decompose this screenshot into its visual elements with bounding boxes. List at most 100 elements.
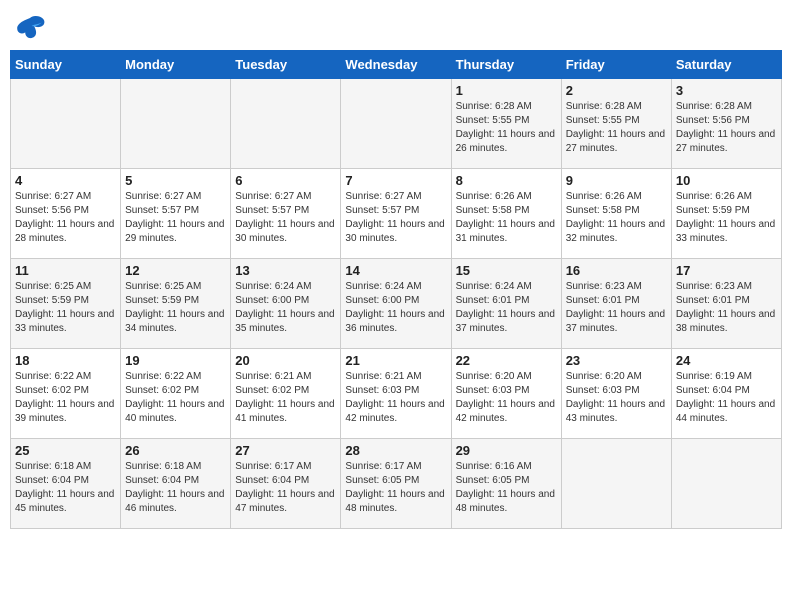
day-info: Sunrise: 6:26 AM Sunset: 5:58 PM Dayligh… xyxy=(566,190,667,246)
calendar-cell xyxy=(561,439,671,529)
day-number: 2 xyxy=(566,83,667,98)
day-info: Sunrise: 6:20 AM Sunset: 6:03 PM Dayligh… xyxy=(456,370,557,426)
weekday-header: Friday xyxy=(561,51,671,79)
calendar-cell: 5 Sunrise: 6:27 AM Sunset: 5:57 PM Daylig… xyxy=(121,169,231,259)
calendar-cell: 8 Sunrise: 6:26 AM Sunset: 5:58 PM Daylig… xyxy=(451,169,561,259)
calendar-cell: 16 Sunrise: 6:23 AM Sunset: 6:01 PM Dayli… xyxy=(561,259,671,349)
calendar-cell: 14 Sunrise: 6:24 AM Sunset: 6:00 PM Dayli… xyxy=(341,259,451,349)
weekday-header: Sunday xyxy=(11,51,121,79)
day-number: 10 xyxy=(676,173,777,188)
day-info: Sunrise: 6:24 AM Sunset: 6:00 PM Dayligh… xyxy=(235,280,336,336)
day-info: Sunrise: 6:28 AM Sunset: 5:55 PM Dayligh… xyxy=(566,100,667,156)
calendar-cell: 2 Sunrise: 6:28 AM Sunset: 5:55 PM Daylig… xyxy=(561,79,671,169)
day-info: Sunrise: 6:17 AM Sunset: 6:05 PM Dayligh… xyxy=(345,460,446,516)
day-number: 17 xyxy=(676,263,777,278)
day-info: Sunrise: 6:27 AM Sunset: 5:57 PM Dayligh… xyxy=(235,190,336,246)
calendar-week-row: 18 Sunrise: 6:22 AM Sunset: 6:02 PM Dayli… xyxy=(11,349,782,439)
day-number: 18 xyxy=(15,353,116,368)
day-number: 20 xyxy=(235,353,336,368)
weekday-header: Tuesday xyxy=(231,51,341,79)
calendar-cell xyxy=(11,79,121,169)
calendar-week-row: 4Sunrise: 6:27 AM Sunset: 5:56 PM Daylig… xyxy=(11,169,782,259)
calendar-cell xyxy=(341,79,451,169)
day-info: Sunrise: 6:22 AM Sunset: 6:02 PM Dayligh… xyxy=(15,370,116,426)
calendar-cell: 28Sunrise: 6:17 AM Sunset: 6:05 PM Dayli… xyxy=(341,439,451,529)
day-number: 16 xyxy=(566,263,667,278)
calendar-cell: 21 Sunrise: 6:21 AM Sunset: 6:03 PM Dayli… xyxy=(341,349,451,439)
calendar-cell: 11 Sunrise: 6:25 AM Sunset: 5:59 PM Dayli… xyxy=(11,259,121,349)
day-number: 29 xyxy=(456,443,557,458)
calendar-cell: 24Sunrise: 6:19 AM Sunset: 6:04 PM Dayli… xyxy=(671,349,781,439)
calendar-table: SundayMondayTuesdayWednesdayThursdayFrid… xyxy=(10,50,782,529)
weekday-header-row: SundayMondayTuesdayWednesdayThursdayFrid… xyxy=(11,51,782,79)
day-info: Sunrise: 6:20 AM Sunset: 6:03 PM Dayligh… xyxy=(566,370,667,426)
day-number: 23 xyxy=(566,353,667,368)
logo xyxy=(14,14,50,42)
calendar-cell: 10 Sunrise: 6:26 AM Sunset: 5:59 PM Dayli… xyxy=(671,169,781,259)
day-info: Sunrise: 6:24 AM Sunset: 6:00 PM Dayligh… xyxy=(345,280,446,336)
day-number: 1 xyxy=(456,83,557,98)
calendar-cell: 25 Sunrise: 6:18 AM Sunset: 6:04 PM Dayli… xyxy=(11,439,121,529)
logo-icon xyxy=(14,14,46,42)
day-number: 24 xyxy=(676,353,777,368)
day-number: 22 xyxy=(456,353,557,368)
day-number: 8 xyxy=(456,173,557,188)
calendar-cell: 3 Sunrise: 6:28 AM Sunset: 5:56 PM Daylig… xyxy=(671,79,781,169)
day-info: Sunrise: 6:28 AM Sunset: 5:55 PM Dayligh… xyxy=(456,100,557,156)
day-info: Sunrise: 6:25 AM Sunset: 5:59 PM Dayligh… xyxy=(125,280,226,336)
day-info: Sunrise: 6:21 AM Sunset: 6:02 PM Dayligh… xyxy=(235,370,336,426)
calendar-cell xyxy=(671,439,781,529)
calendar-cell xyxy=(231,79,341,169)
calendar-cell: 7 Sunrise: 6:27 AM Sunset: 5:57 PM Daylig… xyxy=(341,169,451,259)
day-info: Sunrise: 6:23 AM Sunset: 6:01 PM Dayligh… xyxy=(566,280,667,336)
weekday-header: Wednesday xyxy=(341,51,451,79)
calendar-cell: 20 Sunrise: 6:21 AM Sunset: 6:02 PM Dayli… xyxy=(231,349,341,439)
calendar-cell: 19 Sunrise: 6:22 AM Sunset: 6:02 PM Dayli… xyxy=(121,349,231,439)
calendar-cell: 26 Sunrise: 6:18 AM Sunset: 6:04 PM Dayli… xyxy=(121,439,231,529)
day-number: 25 xyxy=(15,443,116,458)
day-info: Sunrise: 6:18 AM Sunset: 6:04 PM Dayligh… xyxy=(125,460,226,516)
day-number: 26 xyxy=(125,443,226,458)
day-number: 27 xyxy=(235,443,336,458)
weekday-header: Monday xyxy=(121,51,231,79)
calendar-cell xyxy=(121,79,231,169)
day-number: 19 xyxy=(125,353,226,368)
calendar-cell: 13 Sunrise: 6:24 AM Sunset: 6:00 PM Dayli… xyxy=(231,259,341,349)
day-info: Sunrise: 6:28 AM Sunset: 5:56 PM Dayligh… xyxy=(676,100,777,156)
calendar-cell: 12 Sunrise: 6:25 AM Sunset: 5:59 PM Dayli… xyxy=(121,259,231,349)
day-number: 13 xyxy=(235,263,336,278)
day-number: 14 xyxy=(345,263,446,278)
day-number: 11 xyxy=(15,263,116,278)
calendar-week-row: 11 Sunrise: 6:25 AM Sunset: 5:59 PM Dayli… xyxy=(11,259,782,349)
day-number: 7 xyxy=(345,173,446,188)
calendar-cell: 1 Sunrise: 6:28 AM Sunset: 5:55 PM Daylig… xyxy=(451,79,561,169)
calendar-cell: 17 Sunrise: 6:23 AM Sunset: 6:01 PM Dayli… xyxy=(671,259,781,349)
calendar-cell: 23 Sunrise: 6:20 AM Sunset: 6:03 PM Dayli… xyxy=(561,349,671,439)
day-number: 9 xyxy=(566,173,667,188)
calendar-cell: 18 Sunrise: 6:22 AM Sunset: 6:02 PM Dayli… xyxy=(11,349,121,439)
day-number: 21 xyxy=(345,353,446,368)
day-info: Sunrise: 6:23 AM Sunset: 6:01 PM Dayligh… xyxy=(676,280,777,336)
day-info: Sunrise: 6:27 AM Sunset: 5:56 PM Dayligh… xyxy=(15,190,116,246)
day-info: Sunrise: 6:24 AM Sunset: 6:01 PM Dayligh… xyxy=(456,280,557,336)
calendar-cell: 29 Sunrise: 6:16 AM Sunset: 6:05 PM Dayli… xyxy=(451,439,561,529)
day-info: Sunrise: 6:27 AM Sunset: 5:57 PM Dayligh… xyxy=(125,190,226,246)
day-number: 6 xyxy=(235,173,336,188)
day-number: 3 xyxy=(676,83,777,98)
day-info: Sunrise: 6:25 AM Sunset: 5:59 PM Dayligh… xyxy=(15,280,116,336)
day-number: 12 xyxy=(125,263,226,278)
calendar-cell: 4Sunrise: 6:27 AM Sunset: 5:56 PM Daylig… xyxy=(11,169,121,259)
day-info: Sunrise: 6:16 AM Sunset: 6:05 PM Dayligh… xyxy=(456,460,557,516)
day-info: Sunrise: 6:27 AM Sunset: 5:57 PM Dayligh… xyxy=(345,190,446,246)
day-info: Sunrise: 6:22 AM Sunset: 6:02 PM Dayligh… xyxy=(125,370,226,426)
calendar-cell: 9 Sunrise: 6:26 AM Sunset: 5:58 PM Daylig… xyxy=(561,169,671,259)
weekday-header: Saturday xyxy=(671,51,781,79)
day-info: Sunrise: 6:18 AM Sunset: 6:04 PM Dayligh… xyxy=(15,460,116,516)
header xyxy=(10,10,782,42)
day-info: Sunrise: 6:26 AM Sunset: 5:59 PM Dayligh… xyxy=(676,190,777,246)
day-info: Sunrise: 6:17 AM Sunset: 6:04 PM Dayligh… xyxy=(235,460,336,516)
day-info: Sunrise: 6:21 AM Sunset: 6:03 PM Dayligh… xyxy=(345,370,446,426)
day-number: 5 xyxy=(125,173,226,188)
day-number: 15 xyxy=(456,263,557,278)
day-info: Sunrise: 6:26 AM Sunset: 5:58 PM Dayligh… xyxy=(456,190,557,246)
